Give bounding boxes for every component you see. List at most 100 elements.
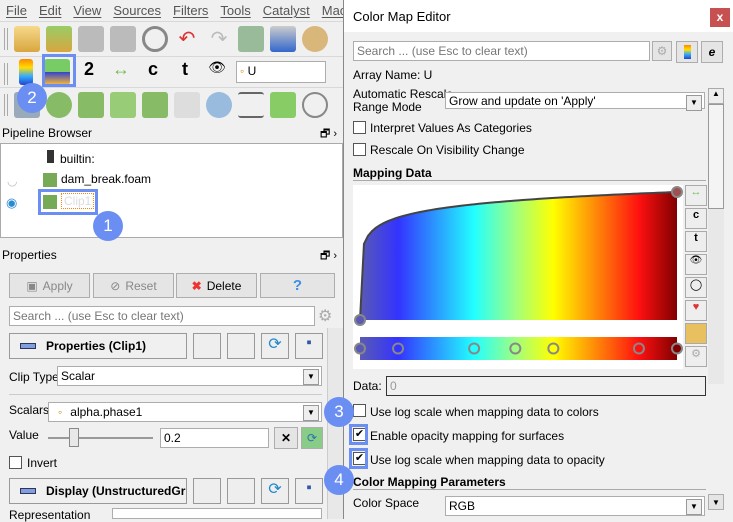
step-badge-1: 1 (93, 211, 123, 241)
editor-scrollbar[interactable]: ▲ (708, 88, 724, 384)
scroll-down-button[interactable]: ▼ (708, 494, 724, 510)
editor-search-input[interactable]: Search ... (use Esc to clear text) (353, 41, 650, 61)
invert-checkbox[interactable] (9, 456, 22, 469)
dock-icon[interactable]: 🗗 › (320, 247, 337, 266)
paste-icon[interactable] (227, 478, 255, 504)
contour-icon[interactable] (46, 91, 72, 118)
colormap-presets-icon[interactable] (676, 41, 698, 63)
paste-icon[interactable] (227, 333, 255, 359)
color-control-point[interactable] (632, 342, 645, 355)
copy-icon[interactable] (193, 333, 221, 359)
dock-icon[interactable]: 🗗 › (320, 125, 337, 144)
highlight-opacity-mapping (349, 424, 368, 445)
connect-icon[interactable] (78, 25, 104, 52)
rescale-c-icon[interactable]: c (685, 208, 707, 229)
use-range-icon[interactable]: ⟳ (301, 427, 323, 449)
menu-tools[interactable]: Tools (214, 0, 256, 20)
threshold-icon[interactable] (142, 91, 168, 118)
eye-open-icon[interactable]: ◉ (6, 195, 17, 211)
disconnect-icon[interactable] (110, 25, 136, 52)
gear-icon[interactable]: ⚙ (652, 41, 672, 61)
properties-section-header[interactable]: Properties (Clip1) (9, 333, 187, 359)
clip-type-select[interactable]: Scalar (57, 366, 322, 386)
timer-icon[interactable] (142, 25, 168, 52)
eye-closed-icon[interactable]: ◡ (7, 174, 17, 188)
properties-search-input[interactable]: Search ... (use Esc to clear text) (9, 306, 315, 326)
close-button[interactable]: x (710, 8, 730, 27)
scale-menu-icon[interactable]: ✕ (274, 427, 298, 449)
log-colors-checkbox[interactable] (353, 404, 366, 417)
gear-icon[interactable]: ⚙ (318, 306, 332, 326)
color-space-select[interactable]: RGB (445, 496, 705, 516)
pipeline-item-builtin[interactable]: builtin: (47, 150, 95, 166)
rescale-visible-icon[interactable]: 👁 (685, 254, 707, 275)
menu-edit[interactable]: Edit (33, 0, 67, 20)
refresh-icon[interactable]: ⟳ (261, 478, 289, 504)
value-input[interactable]: 0.2 (160, 428, 269, 448)
menu-sources[interactable]: Sources (107, 0, 167, 20)
rescale-visibility-checkbox[interactable] (353, 143, 366, 156)
rescale-t-icon[interactable]: t (685, 231, 707, 252)
filters-toolbar (0, 87, 343, 121)
rescale-t-icon[interactable]: t (172, 59, 198, 85)
glyph-icon[interactable] (206, 91, 232, 118)
undo-icon[interactable]: ↶ (174, 26, 200, 52)
color-control-point[interactable] (392, 342, 405, 355)
menu-catalyst[interactable]: Catalyst (257, 0, 316, 20)
menu-filters[interactable]: Filters (167, 0, 214, 20)
value-slider-thumb[interactable] (69, 428, 80, 447)
camera-link-icon[interactable] (238, 25, 264, 52)
select-icon[interactable] (270, 25, 296, 52)
slice-icon[interactable] (110, 91, 136, 118)
opacity-control-point[interactable] (354, 314, 366, 326)
color-control-point[interactable] (509, 342, 522, 355)
color-control-point[interactable] (468, 342, 481, 355)
main-toolbar: ↶ ↷ (0, 21, 343, 55)
apply-button[interactable]: ▣ Apply (9, 273, 90, 298)
warp-icon[interactable] (270, 91, 296, 118)
array-selector[interactable]: ◦ U (236, 60, 326, 83)
rescale-custom-icon[interactable]: ↔ (685, 185, 707, 206)
reset-range-icon[interactable]: 2 (76, 59, 102, 85)
display-section-header[interactable]: Display (UnstructuredGr (9, 478, 187, 504)
color-control-point[interactable] (671, 342, 683, 355)
clip-icon[interactable] (78, 91, 104, 118)
redo-icon[interactable]: ↷ (206, 26, 232, 52)
menu-view[interactable]: View (67, 0, 107, 20)
representation-select[interactable] (112, 508, 322, 519)
save-preset-icon[interactable]: ♥ (685, 300, 707, 321)
refresh-icon[interactable]: ⟳ (261, 333, 289, 359)
load-state-icon[interactable] (46, 25, 72, 52)
opacity-control-point[interactable] (671, 186, 683, 198)
menu-file[interactable]: File (0, 0, 33, 20)
transfer-function-editor[interactable] (353, 185, 683, 369)
rescale-visible-icon[interactable]: 👁 (204, 59, 230, 85)
reset-button[interactable]: ⊘ Reset (93, 273, 174, 298)
delete-button[interactable]: ✖ Delete (176, 273, 257, 298)
rescale-c-icon[interactable]: c (140, 59, 166, 85)
stream-tracer-icon[interactable] (238, 91, 264, 118)
free-form-opacity-icon[interactable]: ◯ (685, 277, 707, 298)
color-control-point[interactable] (354, 342, 366, 355)
value-slider[interactable] (48, 437, 153, 439)
data-input[interactable]: 0 (386, 376, 706, 396)
rescale-custom-icon[interactable]: ↔ (108, 59, 134, 85)
save-icon[interactable]: ▪ (295, 478, 323, 504)
rescale-mode-select[interactable]: Grow and update on 'Apply' (445, 92, 705, 111)
load-preset-icon[interactable] (685, 323, 707, 344)
palette-icon[interactable] (302, 25, 328, 52)
save-icon[interactable]: ▪ (295, 333, 323, 359)
help-button[interactable]: ? (260, 273, 335, 298)
pipeline-item-dam-break[interactable]: dam_break.foam (43, 172, 151, 187)
gear-icon[interactable]: ⚙ (685, 346, 707, 367)
color-legend-icon[interactable] (19, 58, 33, 85)
group-icon[interactable] (302, 91, 328, 118)
copy-icon[interactable] (193, 478, 221, 504)
edit-annotation-icon[interactable]: e (701, 41, 723, 63)
open-icon[interactable] (14, 25, 40, 52)
color-control-point[interactable] (547, 342, 560, 355)
extract-subset-icon[interactable] (174, 91, 200, 118)
scalars-select[interactable]: ◦ alpha.phase1 (48, 402, 322, 422)
dialog-titlebar: Color Map Editor x (344, 0, 733, 32)
interpret-categories-checkbox[interactable] (353, 121, 366, 134)
